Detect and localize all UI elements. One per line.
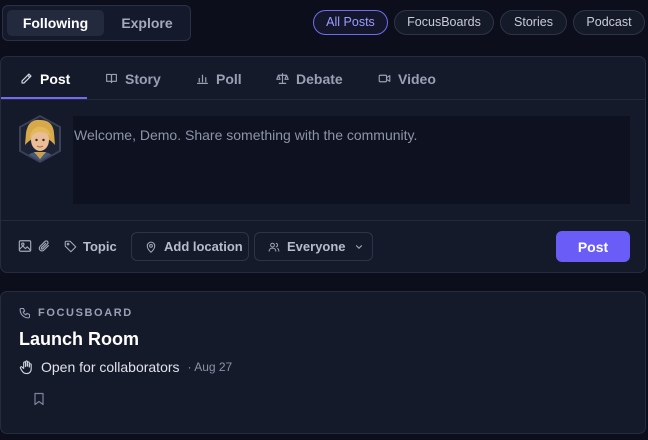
tab-debate[interactable]: Debate	[276, 57, 343, 100]
tab-poll-label: Poll	[216, 70, 242, 87]
bookmark-icon[interactable]	[33, 392, 45, 406]
tab-story-label: Story	[125, 70, 161, 87]
tab-debate-label: Debate	[296, 70, 343, 87]
tab-video[interactable]: Video	[378, 57, 436, 100]
card-date: · Aug 27	[187, 360, 233, 374]
following-tab[interactable]: Following	[7, 10, 104, 36]
topic-button[interactable]: Topic	[64, 236, 117, 256]
image-icon[interactable]	[18, 239, 32, 253]
post-composer: Post Story Poll Debate Video Welcome, De…	[0, 56, 646, 273]
bar-chart-icon	[197, 74, 208, 84]
book-icon	[106, 73, 117, 84]
feed-toggle: Following Explore	[2, 5, 191, 41]
tab-story[interactable]: Story	[105, 57, 161, 100]
active-tab-indicator	[1, 97, 87, 99]
filter-stories[interactable]: Stories	[500, 10, 567, 35]
tag-icon	[64, 240, 77, 252]
card-status-label: Open for collaborators	[41, 359, 180, 375]
tab-post[interactable]: Post	[20, 57, 70, 100]
add-location-label: Add location	[164, 239, 243, 254]
user-avatar[interactable]	[18, 115, 62, 163]
pen-icon	[21, 73, 32, 84]
hand-icon	[19, 359, 32, 374]
post-button[interactable]: Post	[556, 231, 630, 262]
users-icon	[268, 242, 280, 252]
filter-podcast[interactable]: Podcast	[573, 10, 645, 35]
audience-select[interactable]: Everyone	[254, 232, 373, 261]
map-pin-icon	[146, 241, 156, 253]
attachment-icon[interactable]	[37, 239, 51, 253]
card-status: Open for collaborators · Aug 27	[19, 359, 232, 375]
tab-post-label: Post	[40, 70, 71, 87]
card-type: FOCUSBOARD	[19, 307, 133, 319]
scales-icon	[276, 73, 289, 84]
post-text-input[interactable]	[73, 116, 630, 204]
filter-focusboards[interactable]: FocusBoards	[394, 10, 494, 35]
video-icon	[378, 74, 391, 83]
tab-poll[interactable]: Poll	[196, 57, 242, 100]
explore-tab[interactable]: Explore	[107, 10, 187, 36]
card-title[interactable]: Launch Room	[19, 329, 139, 350]
audience-label: Everyone	[287, 239, 346, 254]
card-type-label: FOCUSBOARD	[38, 307, 133, 319]
chevron-down-icon	[355, 244, 362, 249]
toolbar-divider	[1, 220, 645, 221]
composer-tabs: Post Story Poll Debate Video	[1, 57, 645, 100]
add-location-button[interactable]: Add location	[131, 232, 249, 261]
tab-video-label: Video	[398, 70, 436, 87]
phone-icon	[19, 307, 31, 319]
topic-label: Topic	[83, 238, 117, 254]
feed-card[interactable]: FOCUSBOARD Launch Room Open for collabor…	[0, 291, 646, 434]
filter-all-posts[interactable]: All Posts	[313, 10, 388, 35]
